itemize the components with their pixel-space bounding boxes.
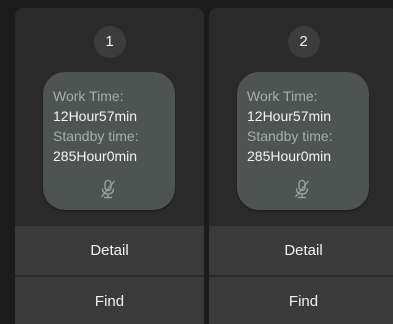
- find-button[interactable]: Find: [209, 277, 393, 324]
- standby-time-label: Standby time:: [53, 128, 139, 144]
- standby-time-label: Standby time:: [247, 128, 333, 144]
- device-info-card: Work Time: 12Hour57min Standby time: 285…: [43, 72, 175, 210]
- work-time-value: 12Hour57min: [53, 108, 138, 124]
- work-time-label: Work Time:: [247, 88, 318, 104]
- device-panel-2: 2 Work Time: 12Hour57min Standby time: 2…: [209, 8, 393, 324]
- mic-muted-icon: [100, 179, 116, 199]
- mic-muted-icon: [294, 179, 310, 199]
- work-time-value: 12Hour57min: [247, 108, 332, 124]
- detail-button[interactable]: Detail: [209, 226, 393, 275]
- standby-time-value: 285Hour0min: [247, 148, 332, 164]
- device-panel-1: 1 Work Time: 12Hour57min Standby time: 2…: [15, 8, 204, 324]
- device-number-badge: 1: [93, 26, 126, 58]
- detail-button[interactable]: Detail: [15, 226, 204, 275]
- standby-time-value: 285Hour0min: [53, 148, 138, 164]
- find-button[interactable]: Find: [15, 277, 204, 324]
- work-time-label: Work Time:: [53, 88, 124, 104]
- device-info-card: Work Time: 12Hour57min Standby time: 285…: [237, 72, 369, 210]
- device-number-badge: 2: [287, 26, 320, 58]
